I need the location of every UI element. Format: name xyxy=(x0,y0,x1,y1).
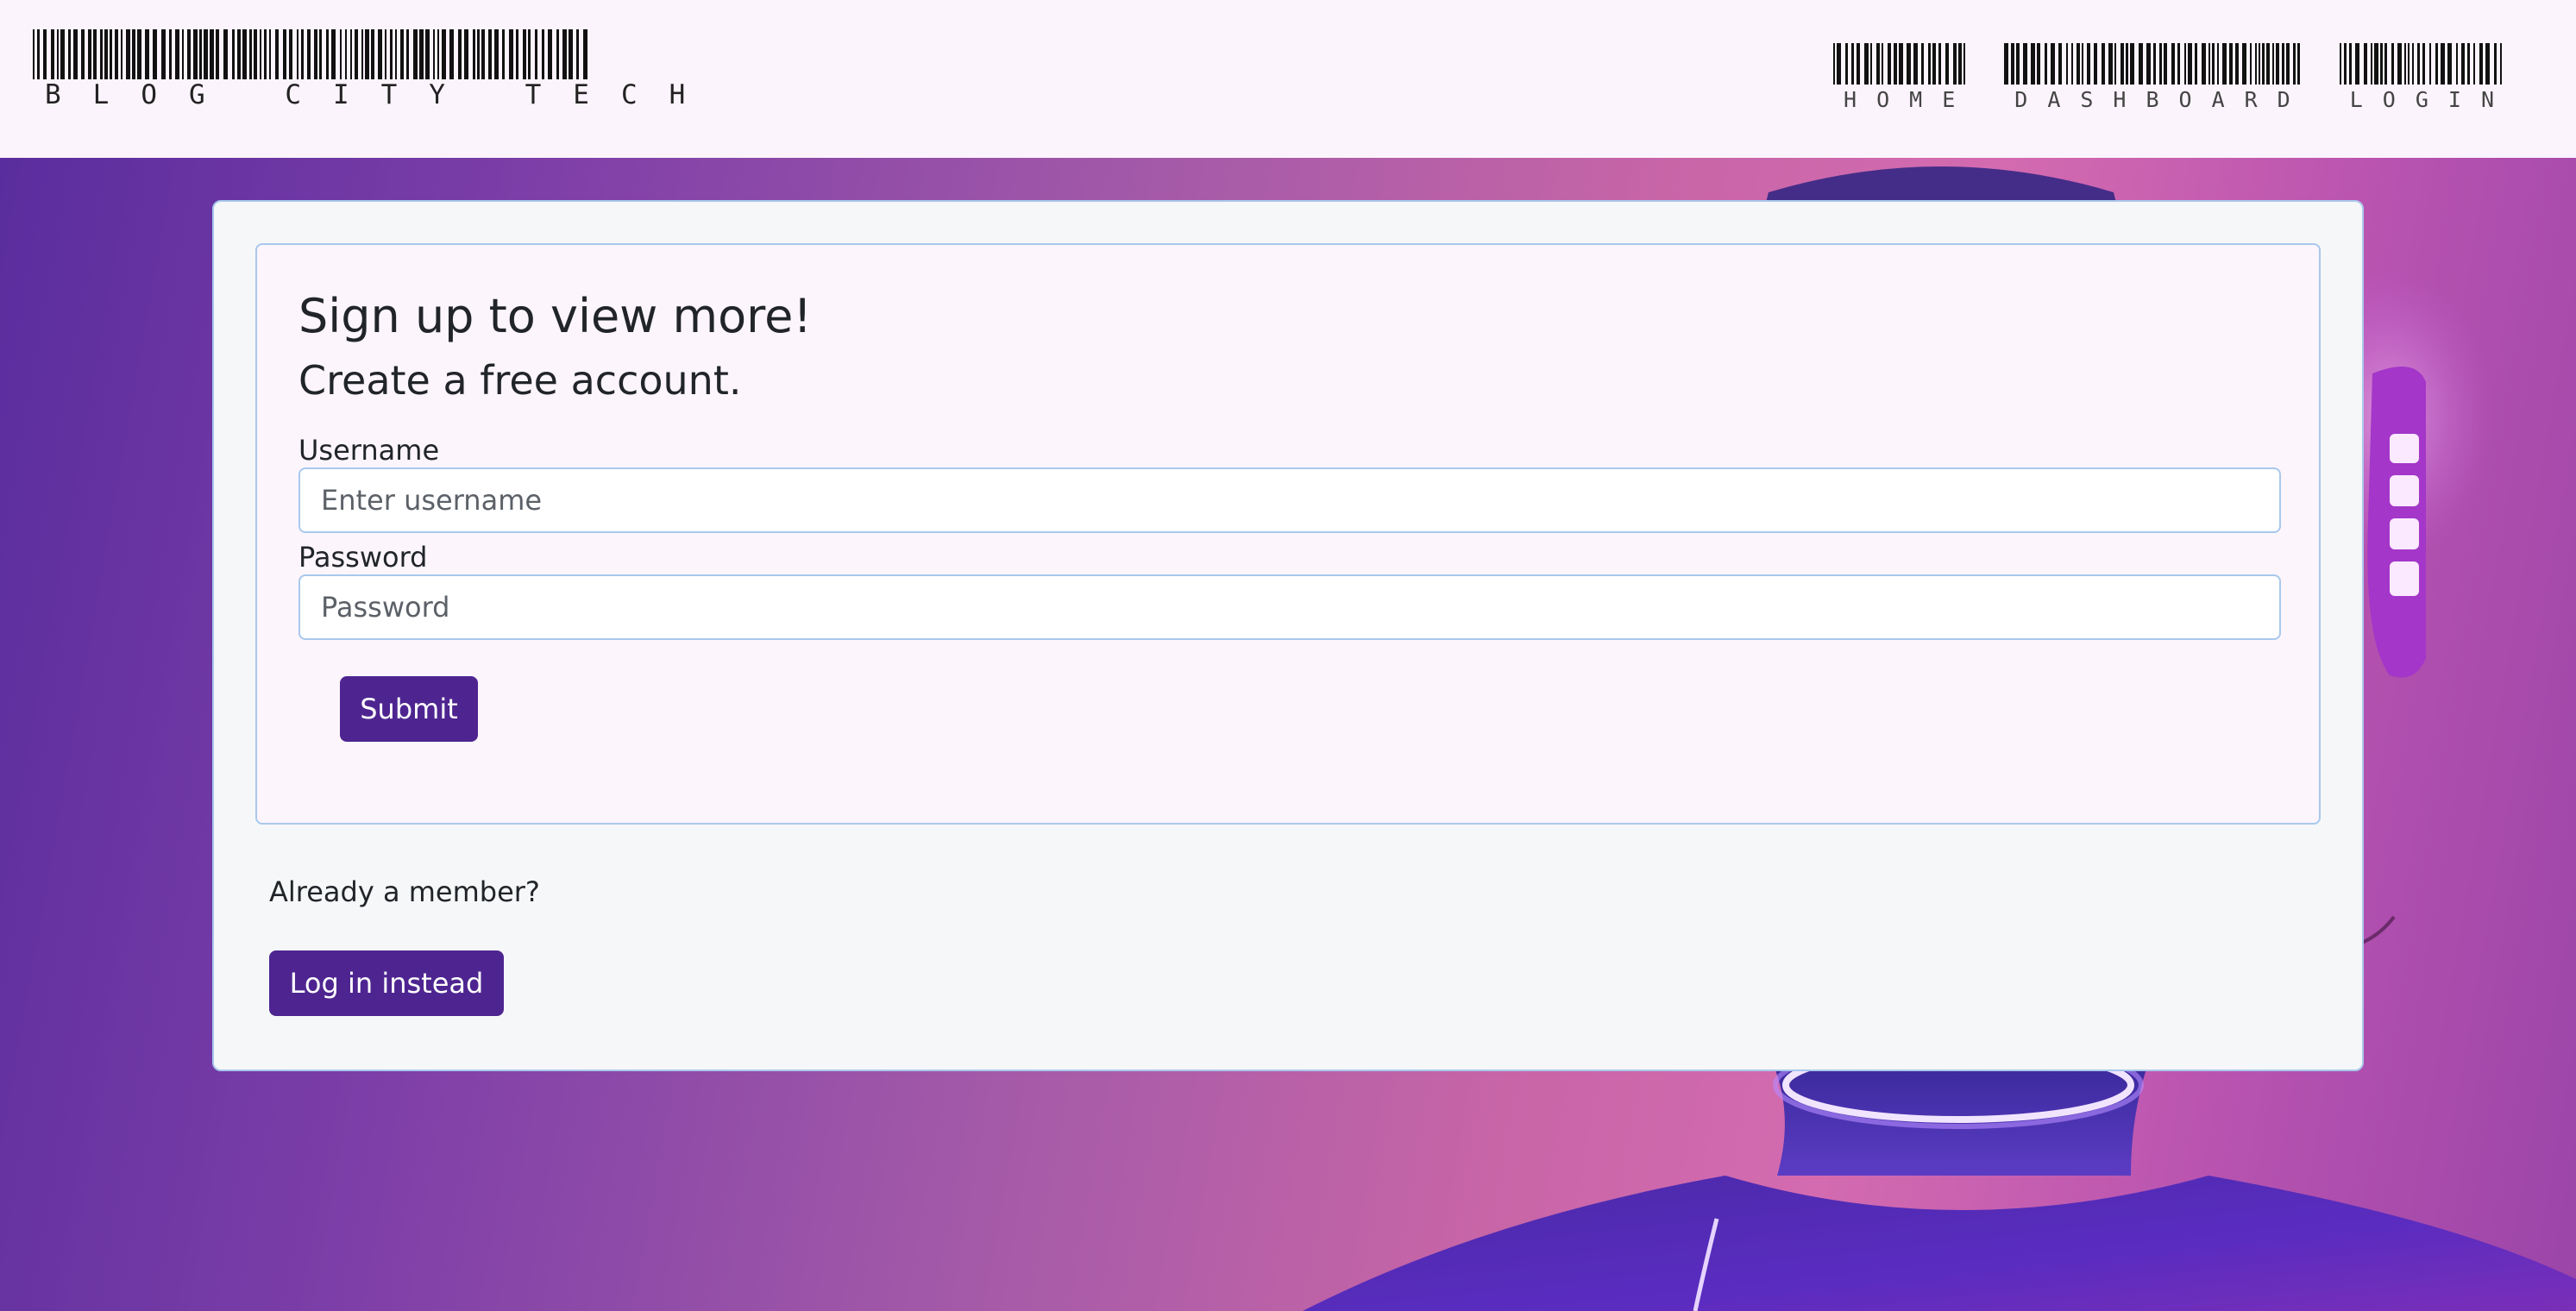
password-label: Password xyxy=(298,541,428,574)
nav-login[interactable]: LOGIN xyxy=(2339,43,2514,112)
nav-home-label: HOME xyxy=(1844,87,1976,112)
nav-dashboard[interactable]: DASHBOARD xyxy=(2004,43,2309,112)
signup-card: Sign up to view more! Create a free acco… xyxy=(212,200,2364,1071)
nav-dashboard-label: DASHBOARD xyxy=(2014,87,2310,112)
signup-subtitle: Create a free account. xyxy=(298,357,742,404)
brand-name: BLOG CITY TECH xyxy=(45,79,718,110)
barcode-logo-icon xyxy=(33,29,587,79)
nav-home[interactable]: HOME xyxy=(1833,43,1975,112)
submit-button[interactable]: Submit xyxy=(340,676,478,742)
signup-title: Sign up to view more! xyxy=(298,289,813,343)
barcode-icon xyxy=(1833,43,1966,85)
brand-logo[interactable]: BLOG CITY TECH xyxy=(33,29,717,110)
barcode-icon xyxy=(2339,43,2502,85)
barcode-icon xyxy=(2004,43,2301,85)
nav-login-label: LOGIN xyxy=(2349,87,2514,112)
signup-form: Sign up to view more! Create a free acco… xyxy=(255,243,2321,825)
password-input[interactable] xyxy=(298,574,2281,640)
main-nav: HOME DASHBOARD LOGIN xyxy=(1833,43,2514,112)
username-label: Username xyxy=(298,434,440,467)
login-instead-button[interactable]: Log in instead xyxy=(269,950,504,1016)
already-member-text: Already a member? xyxy=(269,875,540,908)
top-navbar: BLOG CITY TECH HOME DASHBOARD LOGIN xyxy=(0,0,2576,158)
username-input[interactable] xyxy=(298,467,2281,533)
